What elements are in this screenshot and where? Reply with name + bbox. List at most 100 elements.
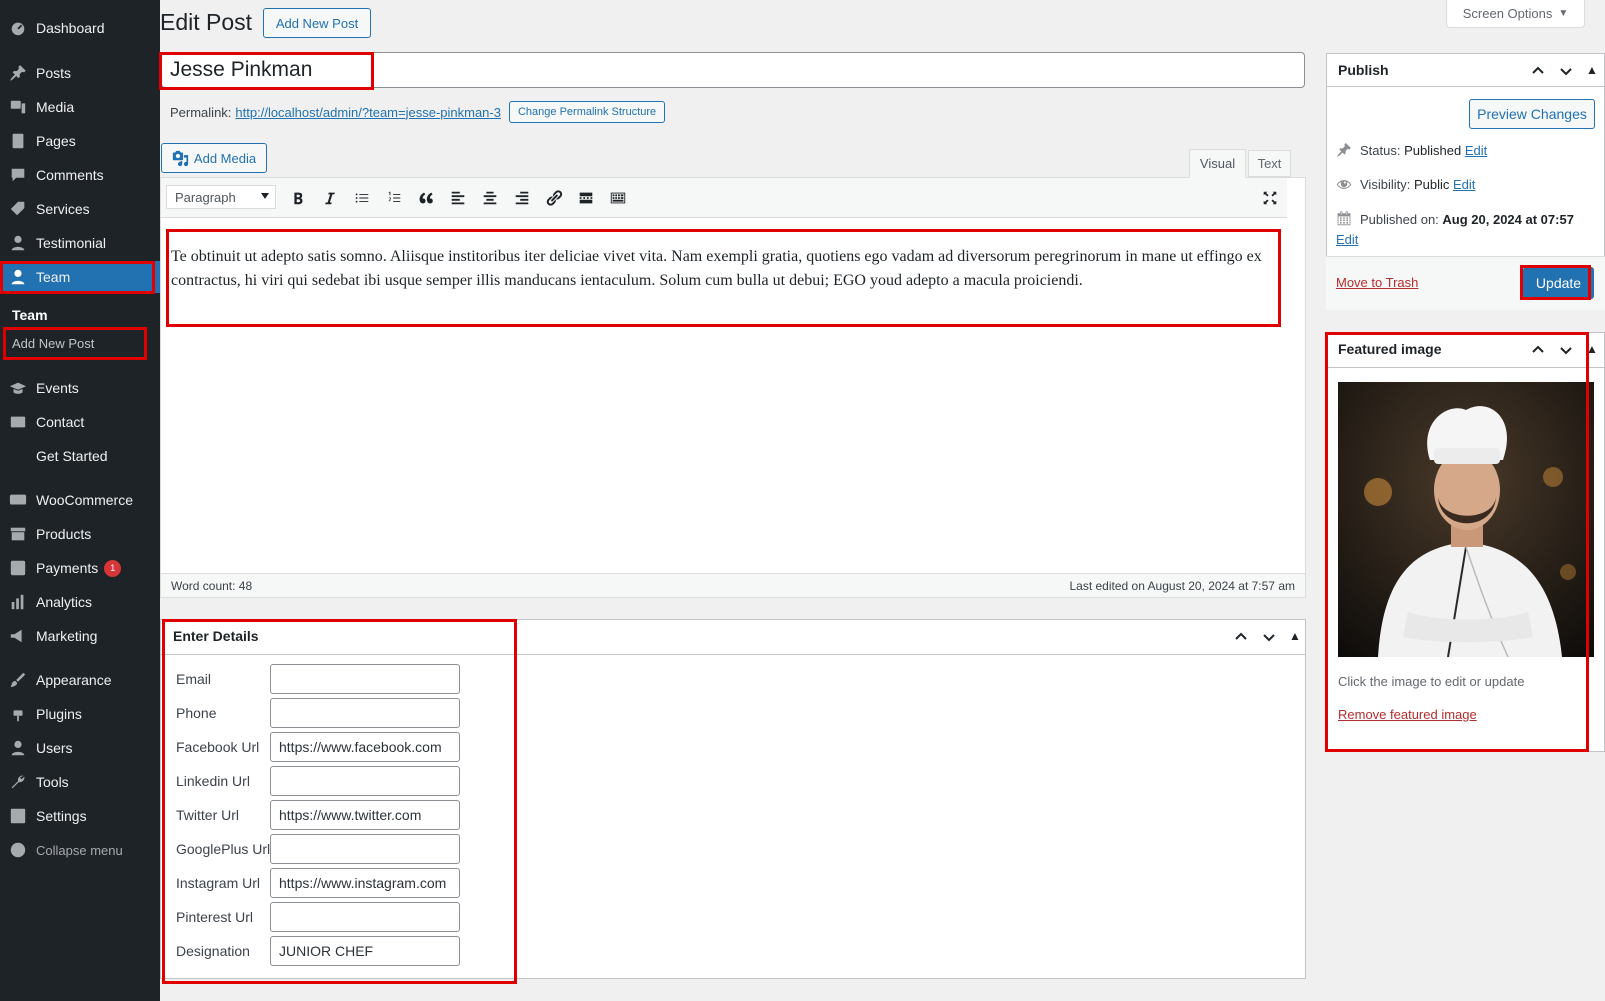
tab-text[interactable]: Text	[1248, 150, 1291, 177]
change-permalink-button[interactable]: Change Permalink Structure	[508, 101, 666, 123]
sidebar-item-testimonial[interactable]: Testimonial	[0, 227, 160, 259]
featured-image[interactable]	[1338, 382, 1594, 657]
link-icon[interactable]	[544, 188, 564, 208]
visibility-value: Public	[1413, 176, 1450, 192]
linkedin-url-input[interactable]	[270, 766, 460, 796]
wrench-icon	[0, 773, 36, 791]
chevron-up-icon[interactable]	[1530, 63, 1546, 79]
pinterest-url-input[interactable]	[270, 902, 460, 932]
italic-icon[interactable]	[320, 188, 340, 208]
format-select[interactable]: Paragraph	[166, 185, 276, 209]
megaphone-icon	[0, 627, 36, 645]
sidebar-item-label: Payments	[36, 560, 99, 576]
chevron-down-icon[interactable]	[1558, 342, 1574, 358]
post-title-input[interactable]: Jesse Pinkman	[161, 52, 1305, 88]
sidebar-item-label: Comments	[36, 167, 104, 183]
toolbar-toggle-icon[interactable]	[608, 188, 628, 208]
toggle-panel-icon[interactable]: ▲	[1289, 629, 1301, 645]
format-value: Paragraph	[175, 189, 236, 205]
sidebar-item-services[interactable]: Services	[0, 193, 160, 225]
sidebar-item-dashboard[interactable]: Dashboard	[0, 12, 160, 44]
align-center-icon[interactable]	[480, 188, 500, 208]
sidebar-item-label: Pages	[36, 133, 76, 149]
update-button[interactable]: Update	[1523, 267, 1594, 299]
sidebar-item-label: Marketing	[36, 628, 98, 644]
woo-icon	[0, 491, 36, 509]
details-metabox-header	[160, 619, 1306, 655]
edit-status-link[interactable]: Edit	[1465, 143, 1487, 158]
sidebar-item-label: Analytics	[36, 594, 93, 610]
chevron-up-icon[interactable]	[1530, 342, 1546, 358]
googleplus-url-input[interactable]	[270, 834, 460, 864]
bold-icon[interactable]	[288, 188, 308, 208]
field-label: Pinterest Url	[176, 909, 254, 925]
instagram-url-input[interactable]: https://www.instagram.com	[270, 868, 460, 898]
read-more-icon[interactable]	[576, 188, 596, 208]
permalink-link[interactable]: http://localhost/admin/?team=jesse-pinkm…	[235, 105, 501, 120]
preview-changes-button[interactable]: Preview Changes	[1469, 99, 1595, 129]
twitter-url-input[interactable]: https://www.twitter.com	[270, 800, 460, 830]
add-media-button[interactable]: Add Media	[161, 143, 267, 173]
edit-date-link[interactable]: Edit	[1336, 232, 1358, 247]
chevron-down-icon[interactable]	[1261, 629, 1277, 645]
chevron-down-icon[interactable]	[1558, 63, 1574, 79]
sidebar-item-posts[interactable]: Posts	[0, 57, 160, 89]
sidebar-item-payments[interactable]: Payments 1	[0, 552, 160, 584]
fullscreen-icon[interactable]	[1260, 188, 1280, 208]
sidebar-item-users[interactable]: Users	[0, 732, 160, 764]
brush-icon	[0, 671, 36, 689]
sidebar-item-get-started[interactable]: Get Started	[0, 440, 160, 472]
eye-icon	[1336, 180, 1352, 189]
email-input[interactable]	[270, 664, 460, 694]
sidebar-item-marketing[interactable]: Marketing	[0, 620, 160, 652]
sidebar-item-tools[interactable]: Tools	[0, 766, 160, 798]
toggle-panel-icon[interactable]: ▲	[1586, 63, 1598, 79]
sidebar-item-appearance[interactable]: Appearance	[0, 664, 160, 696]
move-to-trash-link[interactable]: Move to Trash	[1336, 275, 1418, 290]
numbered-list-icon[interactable]	[384, 188, 404, 208]
toggle-panel-icon[interactable]: ▲	[1586, 342, 1598, 358]
submenu-item-add-new-post[interactable]: Add New Post	[12, 336, 94, 351]
field-label: Phone	[176, 705, 217, 721]
blockquote-icon[interactable]	[416, 188, 436, 208]
permalink-label: Permalink:	[170, 104, 232, 120]
chevron-up-icon[interactable]	[1233, 629, 1249, 645]
designation-input[interactable]: JUNIOR CHEF	[270, 936, 460, 966]
sidebar-item-woocommerce[interactable]: WooCommerce	[0, 484, 160, 516]
phone-input[interactable]	[270, 698, 460, 728]
sidebar-item-contact[interactable]: Contact	[0, 406, 160, 438]
tab-visual[interactable]: Visual	[1189, 149, 1246, 178]
payments-icon	[0, 559, 36, 577]
sidebar-item-settings[interactable]: Settings	[0, 800, 160, 832]
collapse-icon	[0, 841, 36, 859]
sidebar-item-comments[interactable]: Comments	[0, 159, 160, 191]
facebook-url-input[interactable]: https://www.facebook.com	[270, 732, 460, 762]
sidebar-item-collapse-menu[interactable]: Collapse menu	[0, 834, 160, 866]
align-right-icon[interactable]	[512, 188, 532, 208]
add-new-post-button[interactable]: Add New Post	[263, 8, 371, 38]
sidebar-item-label: Tools	[36, 774, 69, 790]
sidebar-item-label: Media	[36, 99, 75, 115]
screen-options-button[interactable]: Screen Options ▼	[1446, 0, 1585, 28]
editor-content[interactable]: Te obtinuit ut adepto satis somno. Aliis…	[171, 245, 1271, 293]
sidebar-item-label: Services	[36, 201, 90, 217]
status-value: Published	[1404, 142, 1462, 158]
remove-featured-image-link[interactable]: Remove featured image	[1338, 707, 1477, 722]
sidebar-item-analytics[interactable]: Analytics	[0, 586, 160, 618]
sidebar-item-label: Testimonial	[36, 235, 107, 251]
align-left-icon[interactable]	[448, 188, 468, 208]
publish-box-controls: ▲	[1530, 63, 1598, 79]
sidebar-item-events[interactable]: Events	[0, 372, 160, 404]
field-label: GooglePlus Url	[176, 841, 271, 857]
user-icon	[0, 268, 36, 286]
sidebar-item-label: Team	[36, 269, 71, 285]
edit-visibility-link[interactable]: Edit	[1453, 177, 1475, 192]
sidebar-item-team[interactable]: Team	[0, 261, 160, 293]
sidebar-item-pages[interactable]: Pages	[0, 125, 160, 157]
sidebar-item-plugins[interactable]: Plugins	[0, 698, 160, 730]
field-label: Facebook Url	[176, 739, 260, 755]
sidebar-item-products[interactable]: Products	[0, 518, 160, 550]
submenu-title[interactable]: Team	[12, 307, 48, 323]
sidebar-item-media[interactable]: Media	[0, 91, 160, 123]
bullet-list-icon[interactable]	[352, 188, 372, 208]
